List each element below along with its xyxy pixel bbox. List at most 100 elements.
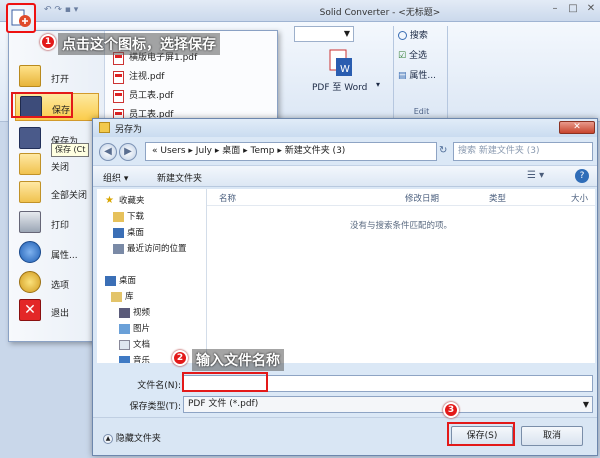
- tree-item-videos[interactable]: 视频: [97, 305, 206, 321]
- edit-group: 搜索 ☑ 全选 ▤ 属性... Edit: [396, 26, 448, 118]
- exit-icon: ✕: [19, 299, 41, 321]
- tree-label: 桌面: [119, 276, 137, 286]
- tree-item-favorites[interactable]: ★ 收藏夹: [97, 193, 206, 209]
- file-list: 名称 修改日期 类型 大小 没有与搜索条件匹配的项。: [207, 189, 595, 363]
- menu-item-open[interactable]: 打开: [15, 63, 99, 91]
- printer-icon: [19, 211, 41, 233]
- menu-item-properties[interactable]: 属性...: [15, 239, 99, 267]
- tree-item-desktop[interactable]: 桌面: [97, 225, 206, 241]
- dialog-title-bar: 另存为 ✕: [93, 119, 597, 137]
- menu-item-print[interactable]: 打印: [15, 209, 99, 237]
- menu-item-label: 退出: [51, 309, 70, 319]
- library-icon: [111, 292, 122, 302]
- open-folder-icon: [19, 65, 41, 87]
- hide-folders-label: 隐藏文件夹: [115, 434, 161, 444]
- step1-callout: 点击这个图标，选择保存: [58, 33, 220, 55]
- collapse-icon: ▲: [103, 433, 113, 444]
- search-icon: [398, 31, 407, 40]
- back-arrow-icon[interactable]: ◀: [99, 143, 117, 161]
- desktop-icon: [105, 276, 116, 286]
- recent-file-item[interactable]: 员工表.pdf: [111, 87, 275, 106]
- save-fields: 文件名(N): 保存类型(T): PDF 文件 (*.pdf) ▼: [93, 367, 597, 417]
- hide-folders-toggle[interactable]: ▲ 隐藏文件夹: [103, 431, 161, 444]
- column-name[interactable]: 名称: [219, 192, 236, 204]
- svg-text:W: W: [340, 64, 350, 75]
- tree-item-downloads[interactable]: 下载: [97, 209, 206, 225]
- quick-access-toolbar[interactable]: ↶ ↷ ▪ ▾: [44, 5, 114, 17]
- star-icon: ★: [105, 195, 114, 206]
- step-badge-3: 3: [443, 402, 459, 418]
- tree-item-recent[interactable]: 最近访问的位置: [97, 241, 206, 257]
- menu-item-label: 关闭: [51, 163, 70, 173]
- column-size[interactable]: 大小: [571, 192, 588, 204]
- app-title-bar: ↶ ↷ ▪ ▾ Solid Converter - <无标题> – □ ✕: [0, 0, 600, 22]
- tree-label: 库: [125, 292, 134, 302]
- chevron-down-icon[interactable]: ▾: [376, 80, 380, 89]
- search-input[interactable]: 搜索 新建文件夹 (3): [453, 142, 593, 161]
- new-folder-button[interactable]: 新建文件夹: [157, 171, 202, 184]
- filetype-select[interactable]: PDF 文件 (*.pdf) ▼: [183, 396, 593, 413]
- checkmark-icon: ☑: [398, 51, 407, 61]
- tree-label: 视频: [133, 308, 151, 318]
- info-icon: [19, 241, 41, 263]
- refresh-icon[interactable]: ↻: [439, 145, 447, 156]
- tree-item-libraries[interactable]: 库: [97, 289, 206, 305]
- recent-file-item[interactable]: 注视.pdf: [111, 68, 275, 87]
- dialog-close-button[interactable]: ✕: [559, 121, 595, 134]
- file-menu-commands: 打开 保存 保存为 保存 (Ct 关闭 全部关闭 打印 属性... 选项 ✕ 退…: [9, 31, 105, 341]
- menu-item-label: 打开: [51, 75, 70, 85]
- tree-label: 音乐: [133, 356, 151, 363]
- dialog-toolbar: 组织 ▾ 新建文件夹 ☰ ▾ ?: [93, 165, 597, 187]
- video-icon: [119, 308, 130, 318]
- pdf-file-icon: [113, 90, 124, 103]
- organize-button[interactable]: 组织 ▾: [103, 171, 128, 184]
- pdf-to-word-button[interactable]: PDF 至 Word: [312, 80, 367, 93]
- save-as-icon: [19, 127, 41, 149]
- address-bar[interactable]: « Users ▸ July ▸ 桌面 ▸ Temp ▸ 新建文件夹 (3): [145, 142, 437, 161]
- properties-button[interactable]: ▤ 属性...: [398, 68, 436, 81]
- document-icon: [119, 340, 130, 350]
- recent-files-list: 横版电子屏1.pdf 注视.pdf 员工表.pdf 员工表.pdf: [111, 49, 275, 125]
- tree-item-documents[interactable]: 文档: [97, 337, 206, 353]
- close-folder-icon: [19, 153, 41, 175]
- filetype-value: PDF 文件 (*.pdf): [188, 399, 259, 409]
- folder-icon: [99, 122, 110, 133]
- recent-places-icon: [113, 244, 124, 254]
- ribbon-dropdown[interactable]: ▼: [294, 26, 354, 42]
- minimize-icon[interactable]: –: [548, 3, 562, 15]
- column-modified[interactable]: 修改日期: [405, 192, 439, 204]
- picture-icon: [119, 324, 130, 334]
- properties-label: 属性...: [409, 71, 436, 81]
- tree-label: 桌面: [127, 228, 145, 238]
- menu-item-exit[interactable]: ✕ 退出: [15, 297, 99, 325]
- menu-item-close-all[interactable]: 全部关闭: [15, 179, 99, 207]
- column-type[interactable]: 类型: [489, 192, 506, 204]
- chevron-down-icon: ▼: [582, 400, 589, 409]
- view-options-icon[interactable]: ☰ ▾: [527, 170, 544, 181]
- cancel-button[interactable]: 取消: [521, 426, 583, 446]
- step-badge-2: 2: [172, 350, 188, 366]
- help-icon[interactable]: ?: [575, 169, 589, 183]
- menu-item-close[interactable]: 关闭: [15, 151, 99, 179]
- menu-item-label: 全部关闭: [51, 191, 88, 201]
- tree-item-desktop-root[interactable]: 桌面: [97, 273, 206, 289]
- column-header-row: 名称 修改日期 类型 大小: [207, 189, 595, 206]
- application-menu-button[interactable]: [6, 3, 36, 33]
- pdf-to-word-icon: W: [329, 49, 352, 76]
- app-logo-icon: [11, 9, 31, 27]
- tree-label: 文档: [133, 340, 151, 350]
- tree-item-music[interactable]: 音乐: [97, 353, 206, 363]
- menu-item-options[interactable]: 选项: [15, 269, 99, 297]
- tree-label: 下载: [127, 212, 145, 222]
- select-all-button[interactable]: ☑ 全选: [398, 48, 427, 61]
- forward-arrow-icon[interactable]: ▶: [119, 143, 137, 161]
- edit-group-label: Edit: [413, 107, 430, 116]
- tree-item-pictures[interactable]: 图片: [97, 321, 206, 337]
- close-icon[interactable]: ✕: [584, 3, 598, 15]
- select-all-label: 全选: [408, 51, 427, 61]
- save-highlight-box: [11, 92, 73, 118]
- filename-highlight-box: [182, 372, 268, 392]
- maximize-icon[interactable]: □: [566, 3, 580, 15]
- search-button[interactable]: 搜索: [398, 28, 428, 41]
- step-badge-1: 1: [40, 34, 56, 50]
